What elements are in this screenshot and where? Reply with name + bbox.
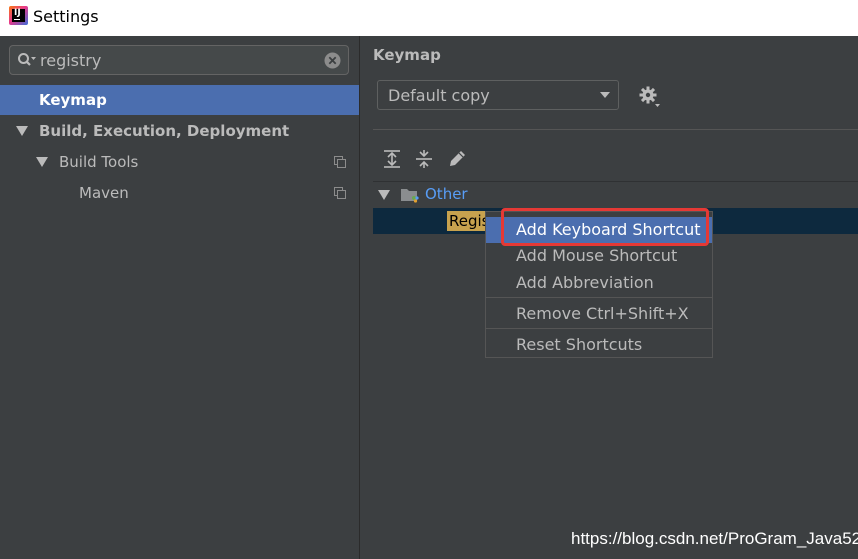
menu-item-add-mouse-shortcut[interactable]: Add Mouse Shortcut (486, 243, 712, 269)
expand-arrow-icon[interactable] (378, 190, 390, 200)
intellij-logo-icon: IJ (9, 6, 28, 25)
sidebar-item-build-execution-deployment[interactable]: Build, Execution, Deployment (0, 116, 359, 146)
menu-item-reset-shortcuts[interactable]: Reset Shortcuts (486, 332, 712, 358)
menu-item-add-abbreviation[interactable]: Add Abbreviation (486, 270, 712, 296)
sidebar-item-label: Build, Execution, Deployment (39, 122, 290, 140)
search-box[interactable] (9, 45, 349, 75)
menu-separator (486, 297, 712, 298)
divider (373, 129, 858, 130)
keymap-scheme-value: Default copy (388, 86, 490, 105)
gear-icon[interactable] (638, 85, 662, 109)
folder-icon (401, 189, 419, 203)
collapse-all-icon[interactable] (414, 149, 434, 169)
expand-all-icon[interactable] (382, 149, 402, 169)
search-icon[interactable] (17, 52, 37, 68)
clear-search-icon[interactable] (324, 52, 341, 69)
menu-item-label: Remove Ctrl+Shift+X (516, 304, 689, 323)
tree-node-label: Other (425, 185, 468, 203)
menu-separator (486, 328, 712, 329)
chevron-down-icon (600, 92, 610, 98)
search-input[interactable] (40, 50, 320, 70)
project-settings-icon (334, 187, 346, 199)
project-settings-icon (334, 156, 346, 168)
menu-item-label: Add Keyboard Shortcut (516, 220, 701, 239)
sidebar-item-label: Maven (79, 184, 129, 202)
tree-node-other[interactable]: Other (373, 182, 858, 208)
sidebar-divider[interactable] (359, 36, 374, 559)
context-menu: Add Keyboard Shortcut Add Mouse Shortcut… (485, 211, 713, 358)
sidebar-item-label: Build Tools (59, 153, 139, 171)
keymap-scheme-select[interactable]: Default copy (377, 80, 619, 110)
edit-pencil-icon[interactable] (447, 149, 467, 169)
watermark: https://blog.csdn.net/ProGram_Java521 (571, 529, 858, 548)
menu-item-add-keyboard-shortcut[interactable]: Add Keyboard Shortcut (486, 217, 712, 243)
expand-arrow-icon[interactable] (36, 157, 48, 167)
title-bar: IJ Settings (0, 0, 858, 36)
sidebar-item-maven[interactable]: Maven (0, 178, 359, 208)
sidebar-item-build-tools[interactable]: Build Tools (0, 147, 359, 177)
sidebar-item-label: Keymap (39, 91, 107, 109)
menu-item-label: Add Mouse Shortcut (516, 246, 678, 265)
expand-arrow-icon[interactable] (16, 126, 28, 136)
settings-sidebar: Keymap Build, Execution, Deployment Buil… (0, 36, 359, 559)
menu-item-label: Reset Shortcuts (516, 335, 643, 354)
menu-item-label: Add Abbreviation (516, 273, 654, 292)
page-title: Keymap (373, 46, 441, 64)
sidebar-item-keymap[interactable]: Keymap (0, 85, 359, 115)
window-title: Settings (33, 7, 99, 26)
menu-item-remove-shortcut[interactable]: Remove Ctrl+Shift+X (486, 301, 712, 327)
